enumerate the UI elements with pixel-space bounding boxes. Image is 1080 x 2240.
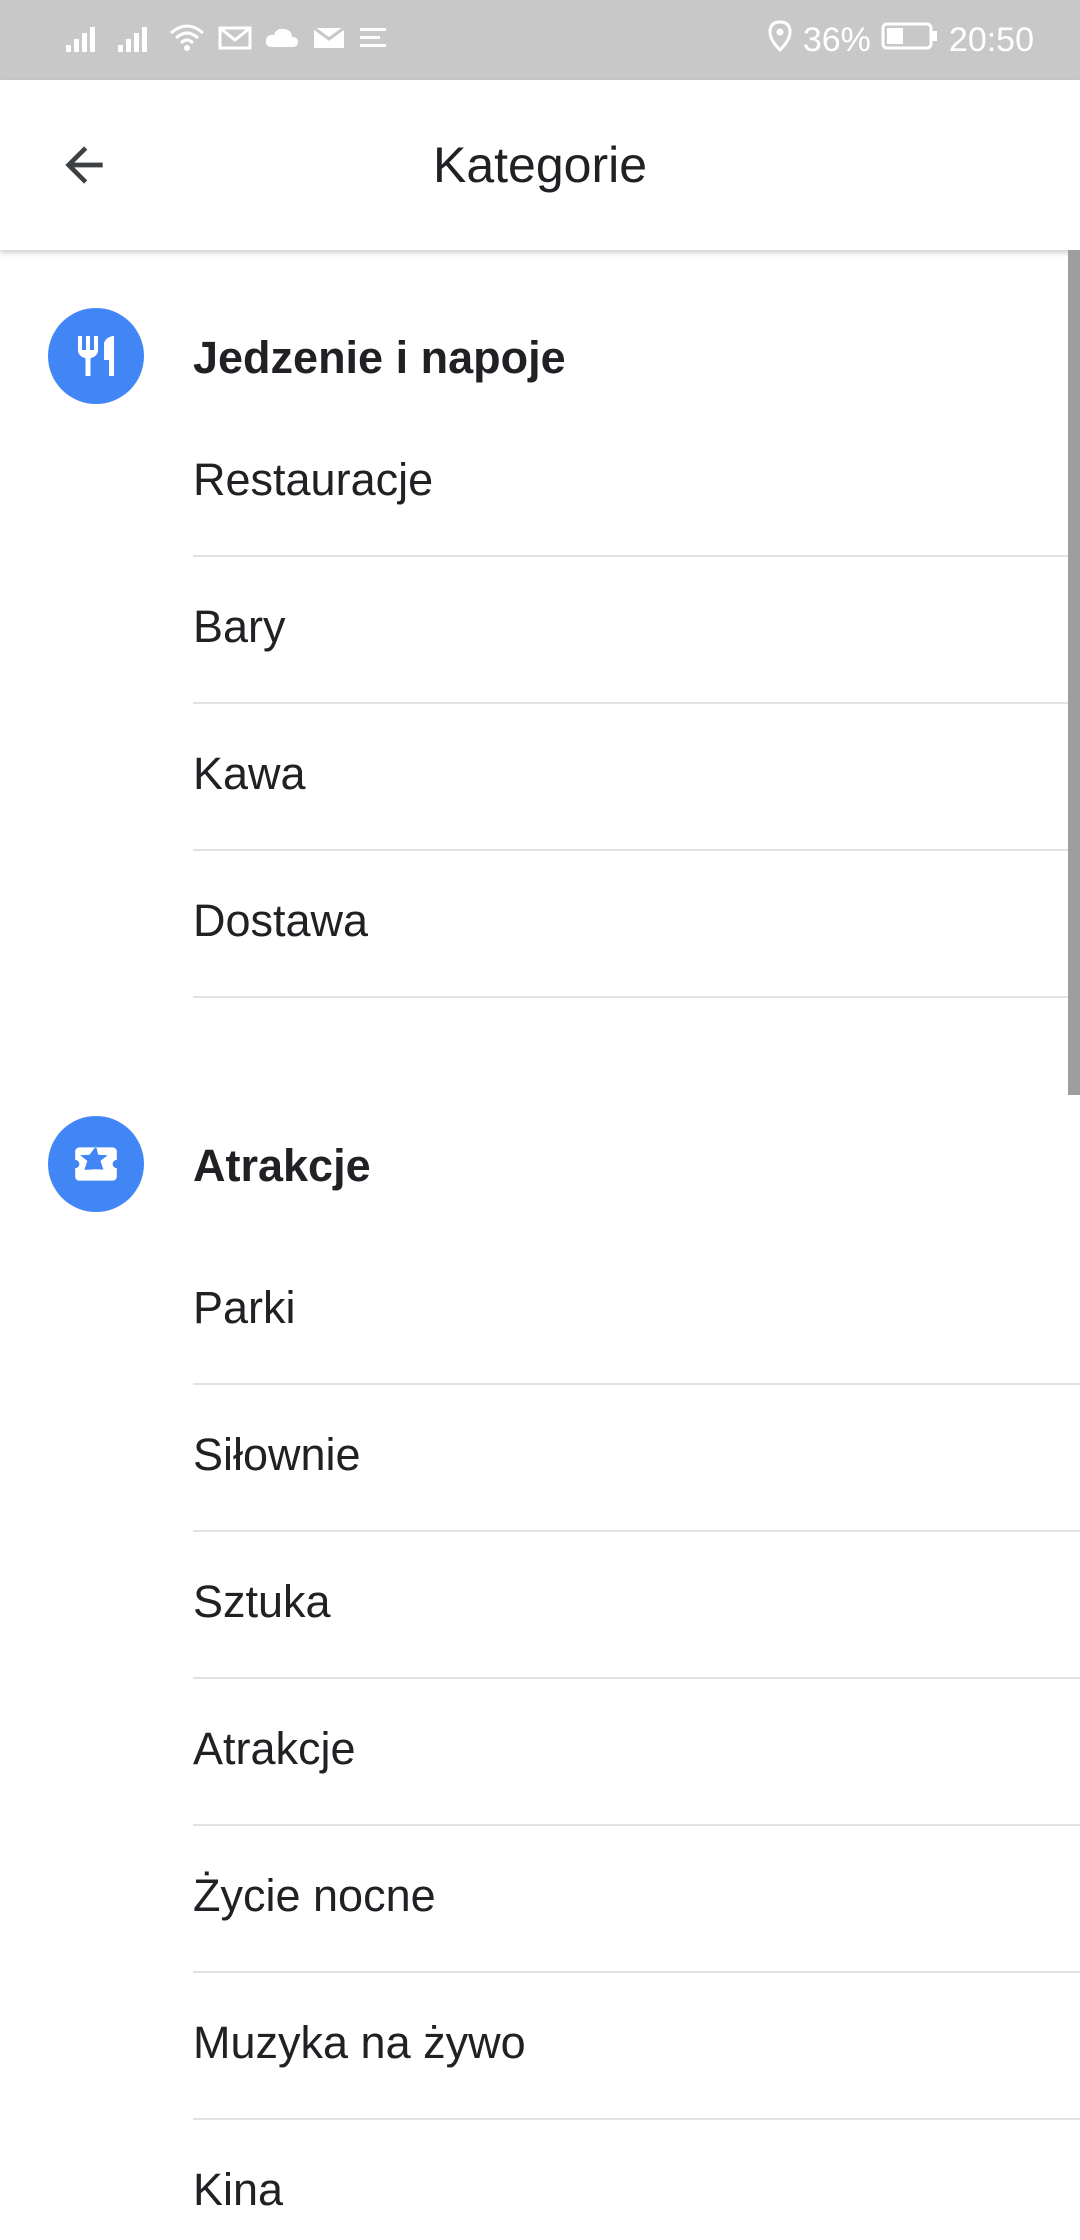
list-item-muzyka-na-zywo[interactable]: Muzyka na żywo [193, 1973, 1080, 2120]
list-item-label: Życie nocne [193, 1870, 436, 1921]
status-bar: 36% 20:50 [0, 0, 1080, 80]
list-item-parki[interactable]: Parki [193, 1238, 1080, 1385]
page-title: Kategorie [432, 137, 648, 193]
battery-icon [881, 21, 939, 60]
categories-list: Jedzenie i napoje Restauracje Bary Kawa … [0, 250, 1080, 2240]
list-item-label: Kina [193, 2164, 284, 2215]
section-title: Jedzenie i napoje [193, 332, 566, 383]
battery-percent: 36% [802, 20, 871, 59]
section-food-drinks: Jedzenie i napoje Restauracje Bary Kawa … [0, 250, 1080, 998]
fork-knife-icon [48, 308, 144, 404]
section-title: Atrakcje [193, 1140, 371, 1191]
list-item-label: Siłownie [193, 1429, 361, 1480]
list-item-label: Atrakcje [193, 1723, 356, 1774]
list-item-label: Bary [193, 601, 286, 652]
list-item-label: Muzyka na żywo [193, 2017, 526, 2068]
signal-icon [64, 23, 104, 58]
scrollbar[interactable] [1068, 250, 1080, 1095]
status-time: 20:50 [948, 20, 1034, 59]
list-item-silownie[interactable]: Siłownie [193, 1385, 1080, 1532]
list-item-dostawa[interactable]: Dostawa [193, 851, 1080, 998]
list-item-restauracje[interactable]: Restauracje [193, 410, 1080, 557]
section-header: Atrakcje [0, 998, 1080, 1238]
app-bar: Kategorie [0, 80, 1080, 250]
cloud-icon [264, 25, 300, 56]
list-item-zycie-nocne[interactable]: Życie nocne [193, 1826, 1080, 1973]
location-icon [767, 19, 793, 61]
list-item-kawa[interactable]: Kawa [193, 704, 1080, 851]
section-header: Jedzenie i napoje [0, 250, 1080, 410]
list-item-label: Dostawa [193, 895, 369, 946]
notes-icon [358, 25, 388, 56]
list-item-label: Kawa [193, 748, 306, 799]
wifi-icon [168, 23, 206, 58]
section-attractions: Atrakcje Parki Siłownie Sztuka Atrakcje … [0, 998, 1080, 2240]
list-item-kina[interactable]: Kina [193, 2120, 1080, 2240]
list-item-label: Restauracje [193, 454, 434, 505]
status-right: 36% 20:50 [767, 19, 1034, 61]
list-item-bary[interactable]: Bary [193, 557, 1080, 704]
mail-icon [312, 25, 346, 56]
list-item-sztuka[interactable]: Sztuka [193, 1532, 1080, 1679]
list-item-label: Parki [193, 1282, 296, 1333]
status-left-icons [64, 23, 388, 58]
list-item-label: Sztuka [193, 1576, 331, 1627]
signal-icon-2 [116, 23, 156, 58]
ticket-star-icon [48, 1116, 144, 1212]
gmail-icon [218, 25, 252, 56]
list-item-atrakcje[interactable]: Atrakcje [193, 1679, 1080, 1826]
